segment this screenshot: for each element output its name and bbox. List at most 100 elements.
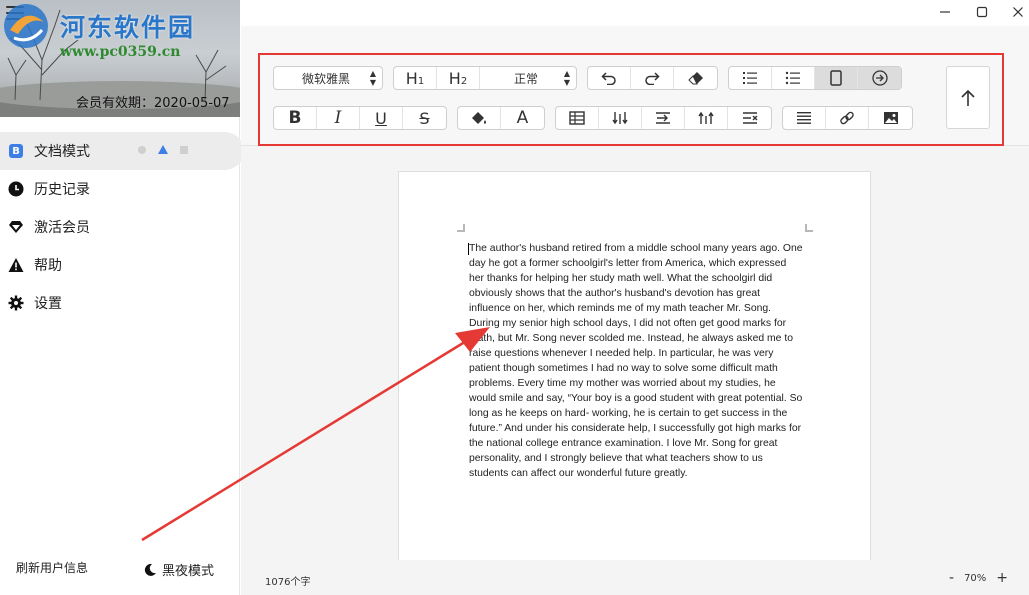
maximize-button[interactable] — [972, 3, 992, 21]
status-bar: 1076个字 - 70% + — [241, 560, 1029, 595]
insert-table-button[interactable] — [556, 107, 599, 129]
zoom-in-button[interactable]: + — [996, 570, 1008, 586]
undo-icon — [601, 72, 616, 85]
history-group — [587, 66, 718, 90]
document-page[interactable]: The author's husband retired from a midd… — [398, 171, 871, 571]
phone-icon — [830, 70, 842, 86]
toolbar-row-2: B I U S A — [273, 106, 913, 130]
list-view-group — [728, 66, 902, 90]
maximize-icon — [976, 6, 988, 18]
bullet-list-button[interactable] — [772, 67, 815, 89]
watermark-site-name: 河东软件园 — [60, 13, 196, 42]
redo-icon — [645, 72, 660, 85]
minimize-button[interactable] — [935, 3, 955, 21]
sidebar-nav: B 文档模式 历史记录 激活会员 帮助 设置 — [0, 132, 244, 322]
italic-button[interactable]: I — [317, 107, 360, 129]
undo-button[interactable] — [588, 67, 631, 89]
sidebar-item-settings[interactable]: 设置 — [0, 284, 240, 322]
align-justify-icon — [797, 112, 811, 124]
background-color-button[interactable] — [458, 107, 501, 129]
font-color-button[interactable]: A — [501, 107, 544, 129]
dot-icon[interactable] — [138, 145, 146, 154]
heading-group: H1 H2 正常 ▲ ▼ — [393, 66, 577, 90]
font-family-select[interactable]: 微软雅黑 ▲ ▼ — [273, 66, 383, 90]
sidebar-item-document-mode[interactable]: B 文档模式 — [0, 132, 244, 170]
ordered-list-icon — [743, 72, 757, 84]
night-mode-toggle[interactable]: 黑夜模式 — [143, 560, 214, 579]
select-arrow-icon: ▲ ▼ — [563, 69, 570, 87]
watermark-logo-icon — [4, 4, 48, 48]
strikethrough-icon: S — [419, 108, 430, 128]
sidebar-item-label: 帮助 — [34, 258, 62, 274]
insert-link-button[interactable] — [826, 107, 869, 129]
sidebar-item-history[interactable]: 历史记录 — [0, 170, 240, 208]
insert-image-button[interactable] — [869, 107, 912, 129]
editor-area: 微软雅黑 ▲ ▼ H1 H2 正常 ▲ ▼ B I U S A The auth… — [241, 26, 1029, 595]
insert-column-button[interactable] — [599, 107, 642, 129]
table-icon — [569, 111, 585, 125]
word-count: 1076个字 — [265, 577, 311, 588]
gear-icon — [8, 295, 24, 311]
column-insert-icon — [612, 112, 628, 125]
column-align-icon — [698, 111, 714, 124]
eraser-icon — [687, 72, 703, 85]
ordered-list-button[interactable] — [729, 67, 772, 89]
select-arrow-icon: ▲ ▼ — [369, 69, 376, 87]
watermark-url: www.pc0359.cn — [60, 44, 181, 60]
share-button[interactable] — [858, 67, 901, 89]
delete-row-icon — [742, 112, 757, 124]
vip-expire-date: 会员有效期：2020-05-07 — [76, 96, 230, 111]
sidebar-item-activate-vip[interactable]: 激活会员 — [0, 208, 240, 246]
strikethrough-button[interactable]: S — [403, 107, 446, 129]
title-bar — [241, 0, 1029, 26]
heading2-button[interactable]: H2 — [437, 67, 480, 89]
night-mode-label: 黑夜模式 — [162, 564, 215, 579]
link-icon — [840, 111, 854, 125]
bold-icon: B — [288, 108, 302, 128]
text-style-group: B I U S — [273, 106, 447, 130]
user-banner: 河东软件园 www.pc0359.cn 会员有效期：2020-05-07 — [0, 0, 240, 117]
delete-row-button[interactable] — [728, 107, 771, 129]
page-corner-mark — [457, 224, 465, 232]
bullet-list-icon — [785, 71, 800, 85]
paint-bucket-icon — [472, 112, 486, 124]
bold-button[interactable]: B — [274, 107, 317, 129]
heading1-button[interactable]: H1 — [394, 67, 437, 89]
sidebar-item-help[interactable]: 帮助 — [0, 246, 240, 284]
toolbar-row-1: 微软雅黑 ▲ ▼ H1 H2 正常 ▲ ▼ — [273, 66, 902, 90]
mode-indicators — [138, 145, 188, 154]
italic-icon: I — [334, 108, 342, 128]
diamond-icon — [8, 219, 24, 235]
triangle-icon[interactable] — [158, 145, 168, 154]
toolbar: 微软雅黑 ▲ ▼ H1 H2 正常 ▲ ▼ B I U S A — [241, 26, 1029, 146]
minimize-icon — [940, 11, 950, 13]
doc-badge-icon: B — [8, 143, 24, 159]
underline-button[interactable]: U — [360, 107, 403, 129]
arrow-circle-icon — [871, 70, 888, 86]
sidebar: 河东软件园 www.pc0359.cn 会员有效期：2020-05-07 B 文… — [0, 0, 244, 595]
zoom-out-button[interactable]: - — [949, 570, 954, 586]
square-icon[interactable] — [180, 145, 188, 154]
heading1-label: H — [405, 68, 418, 88]
sidebar-item-label: 历史记录 — [34, 182, 90, 198]
paragraph-style-select[interactable]: 正常 ▲ ▼ — [480, 67, 576, 89]
page-corner-mark — [805, 224, 813, 232]
document-body-text[interactable]: The author's husband retired from a midd… — [468, 241, 804, 481]
scroll-top-button[interactable] — [946, 66, 990, 129]
column-align-button[interactable] — [685, 107, 728, 129]
redo-button[interactable] — [631, 67, 674, 89]
clear-format-button[interactable] — [674, 67, 717, 89]
close-button[interactable] — [1008, 3, 1028, 21]
clock-icon — [8, 181, 24, 197]
align-justify-button[interactable] — [783, 107, 826, 129]
table-group — [555, 106, 772, 130]
arrow-up-icon — [961, 89, 975, 106]
insert-group — [782, 106, 913, 130]
moon-icon — [144, 563, 156, 576]
font-color-icon: A — [516, 108, 529, 128]
sidebar-item-label: 设置 — [34, 296, 62, 312]
insert-row-button[interactable] — [642, 107, 685, 129]
heading2-label: H — [448, 68, 461, 88]
refresh-user-info-button[interactable]: 刷新用户信息 — [16, 559, 88, 576]
mobile-view-button[interactable] — [815, 67, 858, 89]
